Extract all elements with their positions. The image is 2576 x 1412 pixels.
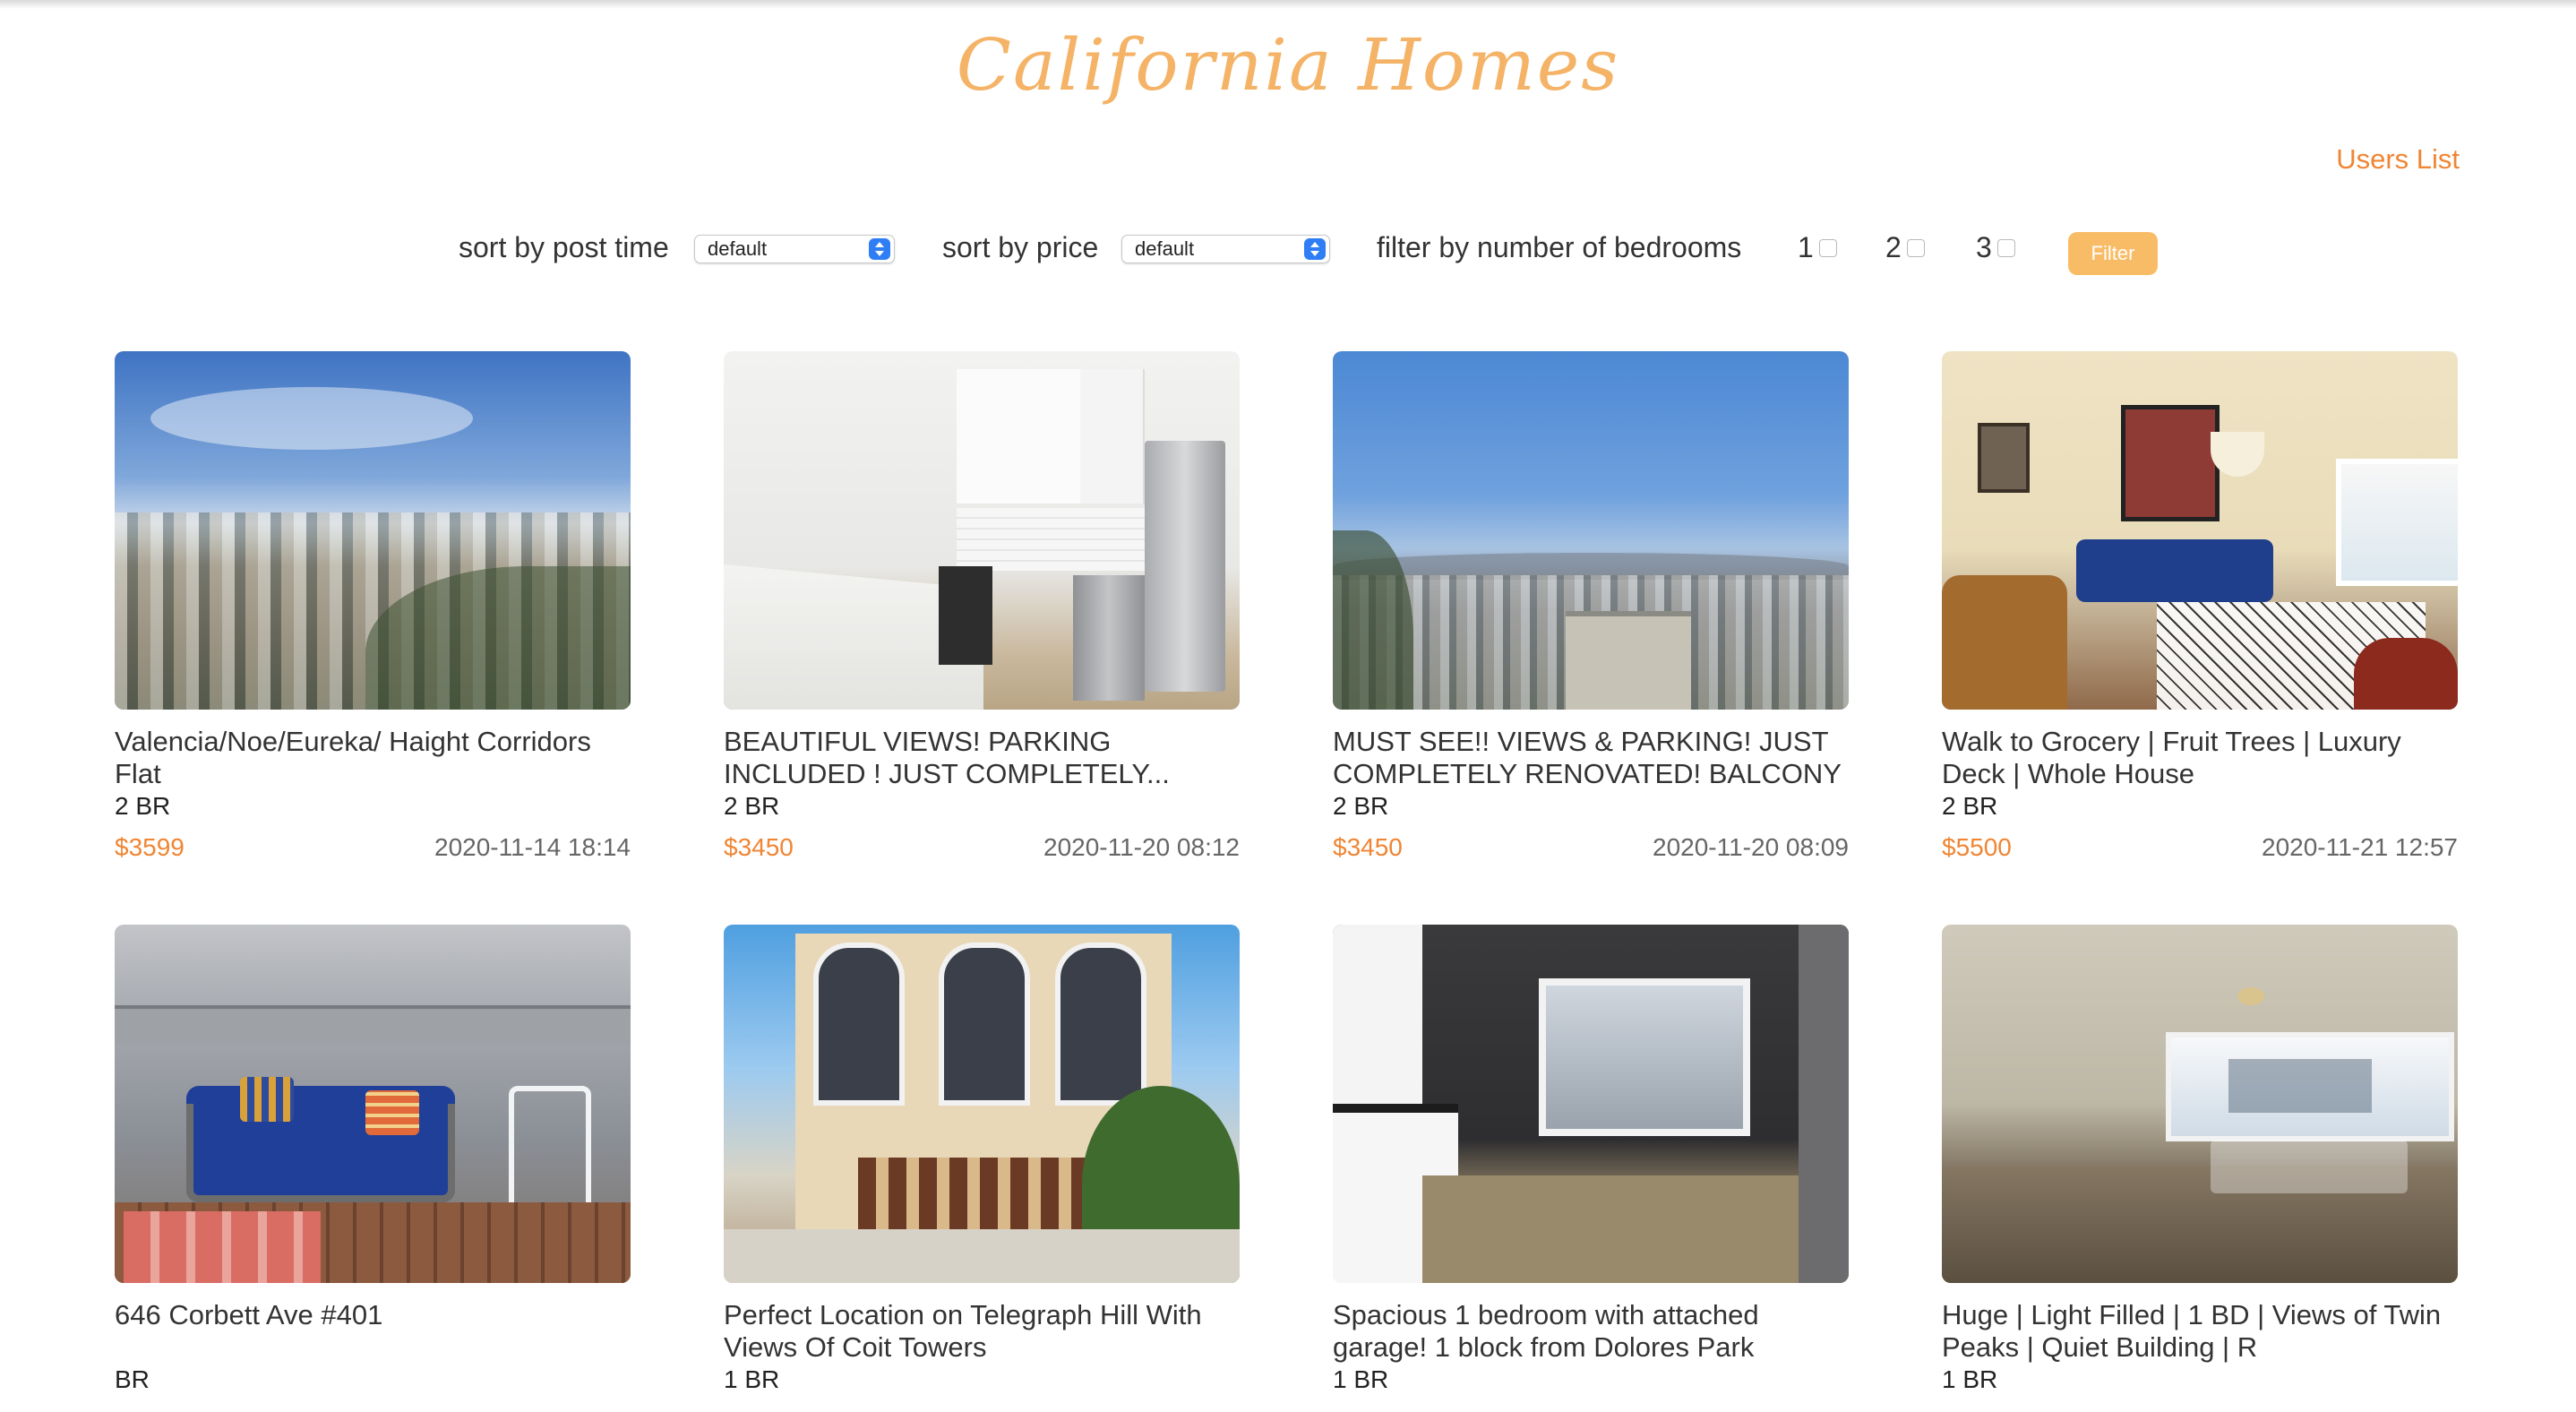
sort-post-time-label: sort by post time [459, 231, 669, 263]
listing-photo-empty-room-window[interactable] [1333, 925, 1849, 1283]
select-stepper-icon [869, 238, 890, 260]
listing-photo-building-facade[interactable] [724, 925, 1240, 1283]
listing-bedrooms: 2 BR [1333, 792, 1389, 820]
filter-bedrooms-label: filter by number of bedrooms [1377, 231, 1742, 263]
bedroom-option-label: 1 [1798, 231, 1814, 263]
select-stepper-icon [1304, 238, 1326, 260]
listing-title[interactable]: 646 Corbett Ave #401 [115, 1299, 631, 1331]
listing-title[interactable]: Spacious 1 bedroom with attached garage!… [1333, 1299, 1849, 1364]
bedroom-checkbox[interactable] [1818, 238, 1837, 257]
sort-price-select[interactable]: default [1121, 235, 1330, 263]
listing-title[interactable]: Huge | Light Filled | 1 BD | Views of Tw… [1942, 1299, 2458, 1364]
filter-button[interactable]: Filter [2068, 232, 2158, 275]
listing-bedrooms: 2 BR [724, 792, 780, 820]
listing-photo-white-kitchen[interactable] [724, 351, 1240, 710]
listing-card[interactable]: 646 Corbett Ave #401 BR [115, 925, 631, 1393]
bedroom-option-2[interactable]: 2 [1885, 228, 1925, 267]
sort-post-time-select[interactable]: default [694, 235, 895, 263]
listing-title[interactable]: Perfect Location on Telegraph Hill With … [724, 1299, 1240, 1364]
listing-price: $5500 [1942, 833, 2012, 861]
listing-card[interactable]: Huge | Light Filled | 1 BD | Views of Tw… [1942, 925, 2458, 1393]
listing-price: $3599 [115, 833, 185, 861]
listing-title[interactable]: Valencia/Noe/Eureka/ Haight Corridors Fl… [115, 726, 631, 790]
bedroom-option-label: 2 [1885, 231, 1902, 263]
toolbar: sort by post time default sort by price … [0, 228, 2576, 275]
listing-card[interactable]: Spacious 1 bedroom with attached garage!… [1333, 925, 1849, 1393]
listing-photo-empty-bright-room[interactable] [1942, 925, 2458, 1283]
listing-bedrooms: BR [115, 1365, 150, 1393]
listing-bedrooms: 1 BR [724, 1365, 780, 1393]
listing-bedrooms: 2 BR [1942, 792, 1998, 820]
listing-title[interactable]: Walk to Grocery | Fruit Trees | Luxury D… [1942, 726, 2458, 790]
site-brand: California Homes [956, 23, 1620, 107]
sort-price-label: sort by price [942, 231, 1099, 263]
listing-photo-living-room[interactable] [1942, 351, 2458, 710]
listing-card[interactable]: BEAUTIFUL VIEWS! PARKING INCLUDED ! JUST… [724, 351, 1240, 861]
bedroom-option-1[interactable]: 1 [1798, 228, 1837, 267]
listing-price: $3450 [1333, 833, 1403, 861]
listing-bedrooms: 1 BR [1942, 1365, 1998, 1393]
listing-bedrooms: 1 BR [1333, 1365, 1389, 1393]
listing-post-time: 2020-11-14 18:14 [434, 833, 631, 861]
listing-price: $3450 [724, 833, 794, 861]
listing-bedrooms: 2 BR [115, 792, 171, 820]
bedroom-checkbox[interactable] [1996, 238, 2015, 257]
listing-post-time: 2020-11-20 08:12 [1043, 833, 1240, 861]
users-list-link[interactable]: Users List [2336, 143, 2460, 176]
listing-card[interactable]: Valencia/Noe/Eureka/ Haight Corridors Fl… [115, 351, 631, 861]
listing-card[interactable]: MUST SEE!! VIEWS & PARKING! JUST COMPLET… [1333, 351, 1849, 861]
bedroom-option-3[interactable]: 3 [1976, 228, 2015, 267]
listing-photo-rooftop-deck[interactable] [115, 925, 631, 1283]
listing-photo-city-hillside-view[interactable] [115, 351, 631, 710]
listing-card[interactable]: Walk to Grocery | Fruit Trees | Luxury D… [1942, 351, 2458, 861]
top-shadow [0, 0, 2576, 9]
listing-post-time: 2020-11-21 12:57 [2262, 833, 2458, 861]
bedroom-checkbox[interactable] [1906, 238, 1925, 257]
sort-price-value: default [1135, 237, 1195, 260]
listing-card[interactable]: Perfect Location on Telegraph Hill With … [724, 925, 1240, 1393]
sort-post-time-value: default [708, 237, 768, 260]
listing-photo-city-skyline-view[interactable] [1333, 351, 1849, 710]
listing-post-time: 2020-11-20 08:09 [1653, 833, 1849, 861]
listing-title[interactable]: MUST SEE!! VIEWS & PARKING! JUST COMPLET… [1333, 726, 1849, 790]
listing-title[interactable]: BEAUTIFUL VIEWS! PARKING INCLUDED ! JUST… [724, 726, 1240, 790]
bedroom-option-label: 3 [1976, 231, 1992, 263]
